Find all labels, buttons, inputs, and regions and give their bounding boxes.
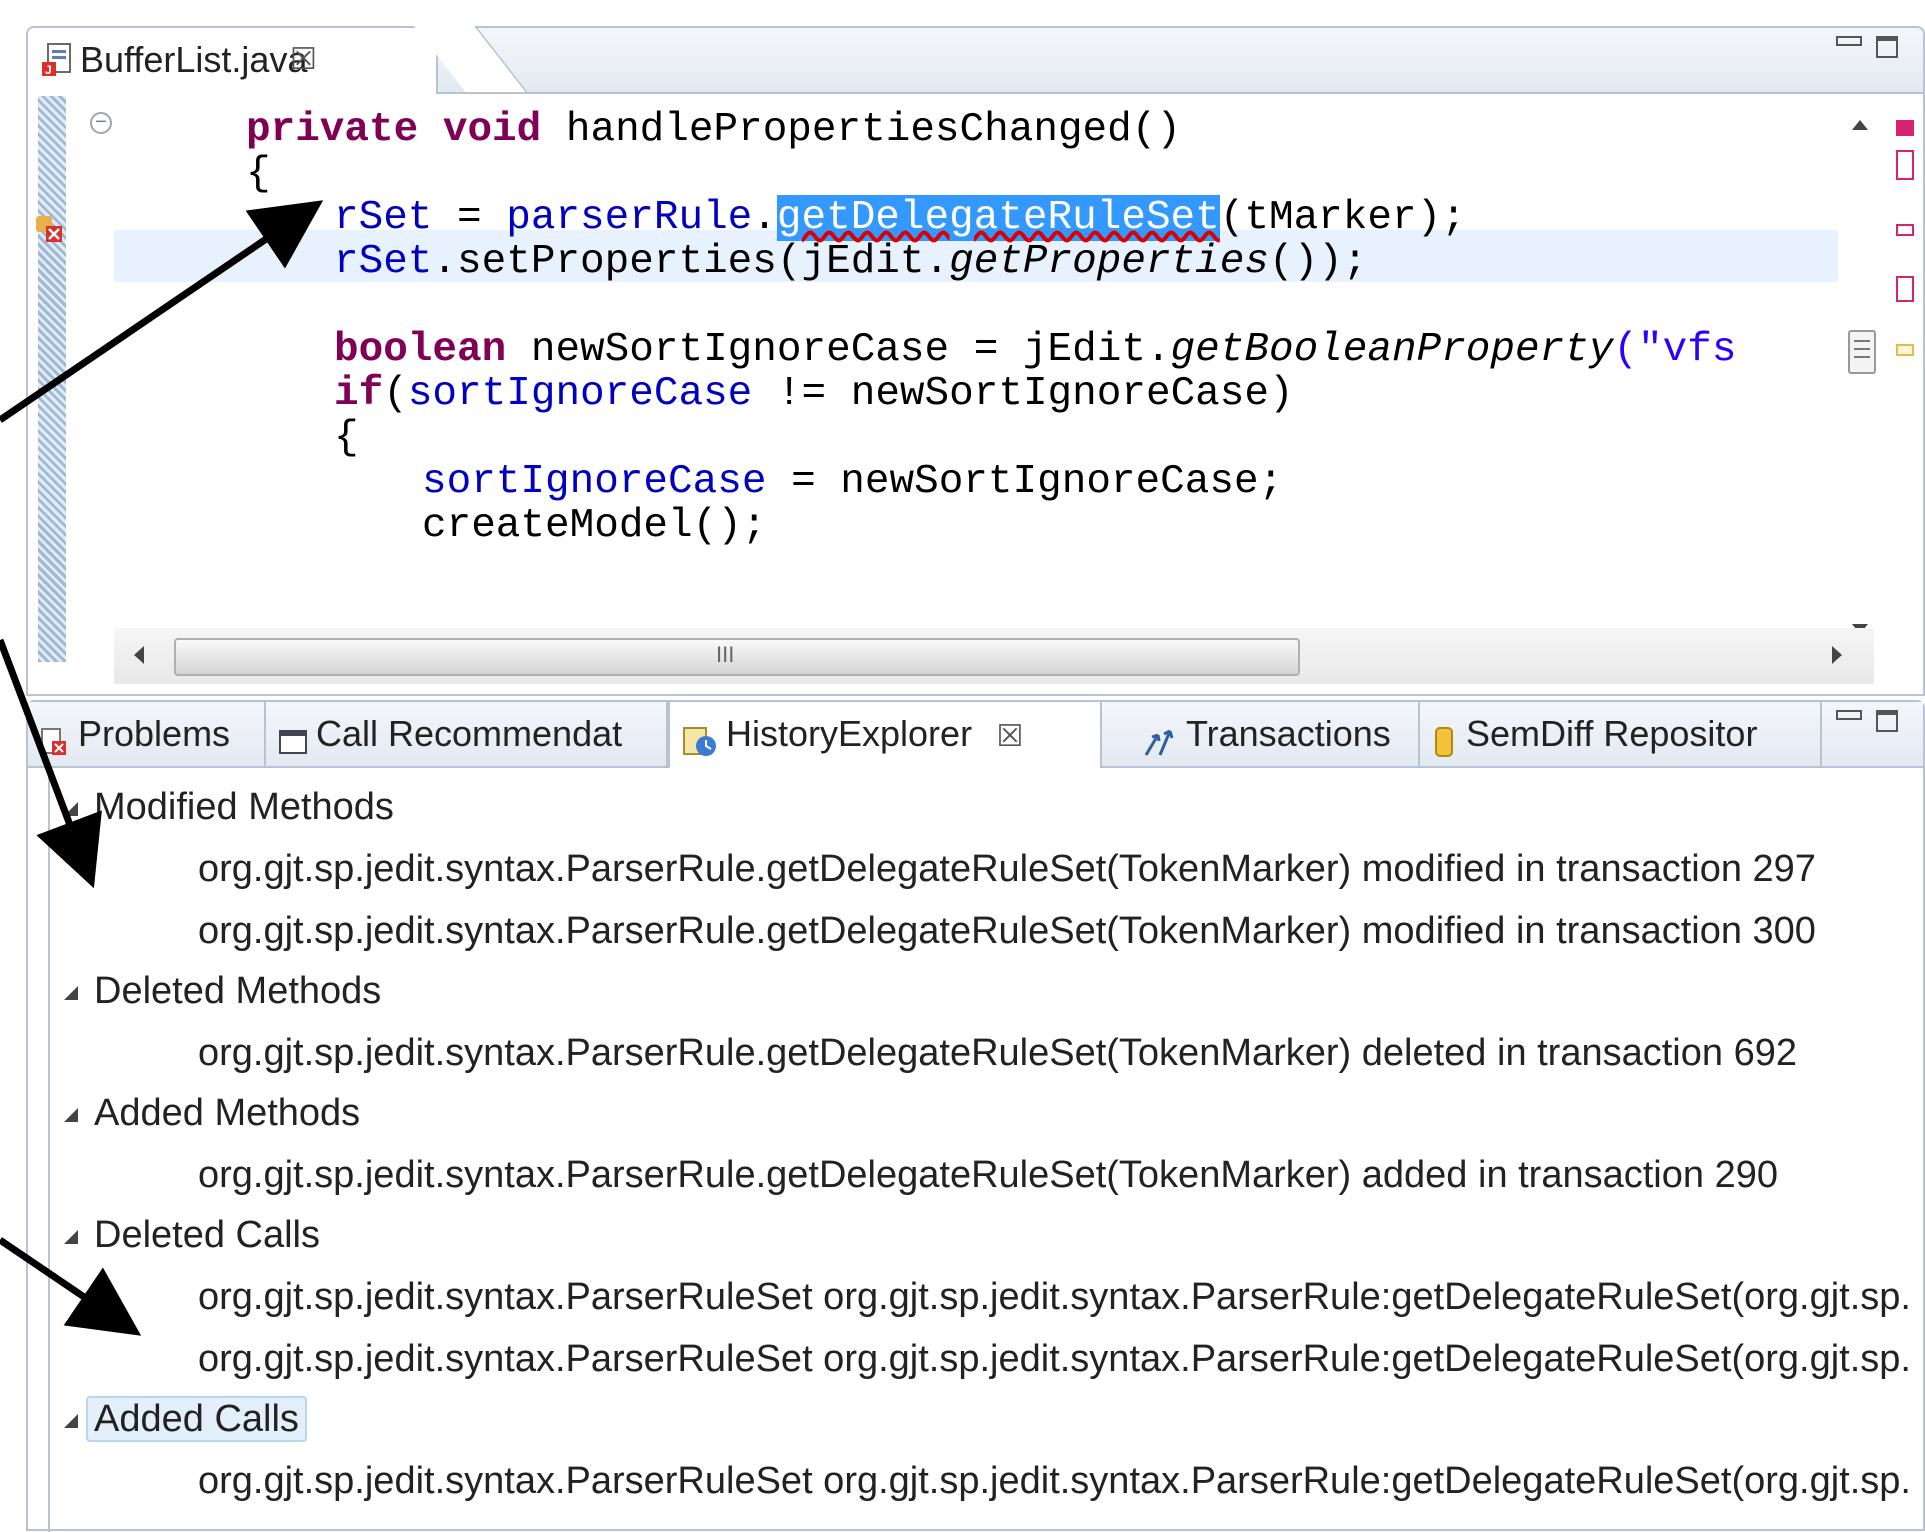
code-line-1: private void handlePropertiesChanged() [246, 107, 1181, 153]
maximize-icon[interactable] [1876, 710, 1898, 732]
tree-item[interactable]: org.gjt.sp.jedit.syntax.ParserRule.getDe… [198, 902, 1816, 960]
problems-icon [41, 727, 66, 755]
editor-tab-strip: J BufferList.java ☒ [28, 28, 1923, 94]
code-line-6: if(sortIgnoreCase != newSortIgnoreCase) [334, 371, 1294, 417]
error-marker-icon[interactable] [34, 214, 64, 244]
selected-tree-node: Added Calls [86, 1396, 307, 1442]
expand-triangle-icon[interactable] [64, 1108, 78, 1122]
maximize-icon[interactable] [1876, 36, 1898, 58]
tree-item[interactable]: org.gjt.sp.jedit.syntax.ParserRuleSet or… [198, 1330, 1911, 1388]
tree-item[interactable]: org.gjt.sp.jedit.syntax.ParserRuleSet or… [198, 1268, 1911, 1326]
selected-method: getDelegateRuleSet [776, 195, 1220, 241]
expand-triangle-icon[interactable] [64, 1414, 78, 1428]
scroll-up-icon[interactable] [1850, 118, 1870, 132]
overview-warning-mark[interactable] [1896, 344, 1914, 356]
code-line-2: { [246, 151, 271, 197]
history-view-panel: Problems Call Recommendat HistoryExplore… [26, 700, 1925, 1532]
code-line-9: createModel(); [422, 503, 767, 549]
vertical-scrollbar[interactable] [1838, 96, 1882, 662]
transactions-icon [1144, 729, 1174, 756]
expand-triangle-icon[interactable] [64, 802, 78, 816]
code-line-7: { [334, 415, 359, 461]
tree-category-added-methods[interactable]: Added Methods [64, 1084, 360, 1142]
vertical-scroll-thumb[interactable] [1848, 330, 1876, 374]
repository-icon [1435, 726, 1453, 757]
code-line-4: rSet.setProperties(jEdit.getProperties()… [334, 239, 1368, 285]
scroll-right-icon[interactable] [1830, 644, 1844, 666]
minimize-icon[interactable] [1836, 710, 1862, 720]
window-icon [279, 729, 307, 754]
tree-item[interactable]: org.gjt.sp.jedit.syntax.ParserRuleSet or… [198, 1452, 1911, 1510]
tab-call-recommendations[interactable]: Call Recommendat [266, 702, 668, 766]
expand-triangle-icon[interactable] [64, 1230, 78, 1244]
quick-diff-bar [38, 96, 66, 662]
tree-item[interactable]: org.gjt.sp.jedit.syntax.ParserRule.getDe… [198, 840, 1816, 898]
close-icon[interactable]: ☒ [290, 28, 317, 92]
java-file-icon: J [42, 43, 71, 77]
overview-mark[interactable] [1896, 276, 1914, 302]
expand-triangle-icon[interactable] [64, 986, 78, 1000]
tree-item[interactable]: org.gjt.sp.jedit.syntax.ParserRule.getDe… [198, 1146, 1778, 1204]
tree-category-deleted-methods[interactable]: Deleted Methods [64, 962, 381, 1020]
tree-item[interactable]: org.gjt.sp.jedit.syntax.ParserRule.getDe… [198, 1024, 1797, 1082]
overview-mark[interactable] [1896, 150, 1914, 180]
minimize-icon[interactable] [1836, 36, 1862, 46]
close-icon[interactable]: ☒ [997, 720, 1024, 753]
fold-collapse-icon[interactable]: − [90, 112, 112, 134]
scroll-left-icon[interactable] [132, 644, 146, 666]
overview-mark[interactable] [1896, 224, 1914, 236]
editor-tab-bufferlist[interactable]: J BufferList.java ☒ [28, 28, 438, 94]
tab-transactions[interactable]: Transactions [1128, 702, 1420, 766]
tree-category-deleted-calls[interactable]: Deleted Calls [64, 1206, 320, 1264]
svg-text:J: J [45, 63, 52, 77]
view-tab-strip: Problems Call Recommendat HistoryExplore… [28, 702, 1923, 768]
tab-semdiff-repository[interactable]: SemDiff Repositor [1420, 702, 1822, 766]
tab-history-explorer[interactable]: HistoryExplorer ☒ [668, 702, 1102, 768]
tree-category-added-calls[interactable]: Added Calls [64, 1390, 307, 1448]
editor-panel: J BufferList.java ☒ − private void handl… [26, 26, 1925, 696]
horizontal-scroll-thumb[interactable]: III [174, 638, 1300, 676]
editor-tab-title: BufferList.java [80, 39, 308, 80]
history-tree[interactable]: Modified Methods org.gjt.sp.jedit.syntax… [48, 772, 1911, 1532]
tab-problems[interactable]: Problems [28, 702, 266, 766]
tree-category-modified-methods[interactable]: Modified Methods [64, 778, 394, 836]
overview-ruler [1890, 96, 1920, 662]
code-editor[interactable]: private void handlePropertiesChanged() {… [114, 96, 1874, 662]
overview-error-mark[interactable] [1896, 120, 1914, 136]
horizontal-scrollbar[interactable]: III [114, 628, 1874, 684]
history-icon [683, 726, 716, 756]
